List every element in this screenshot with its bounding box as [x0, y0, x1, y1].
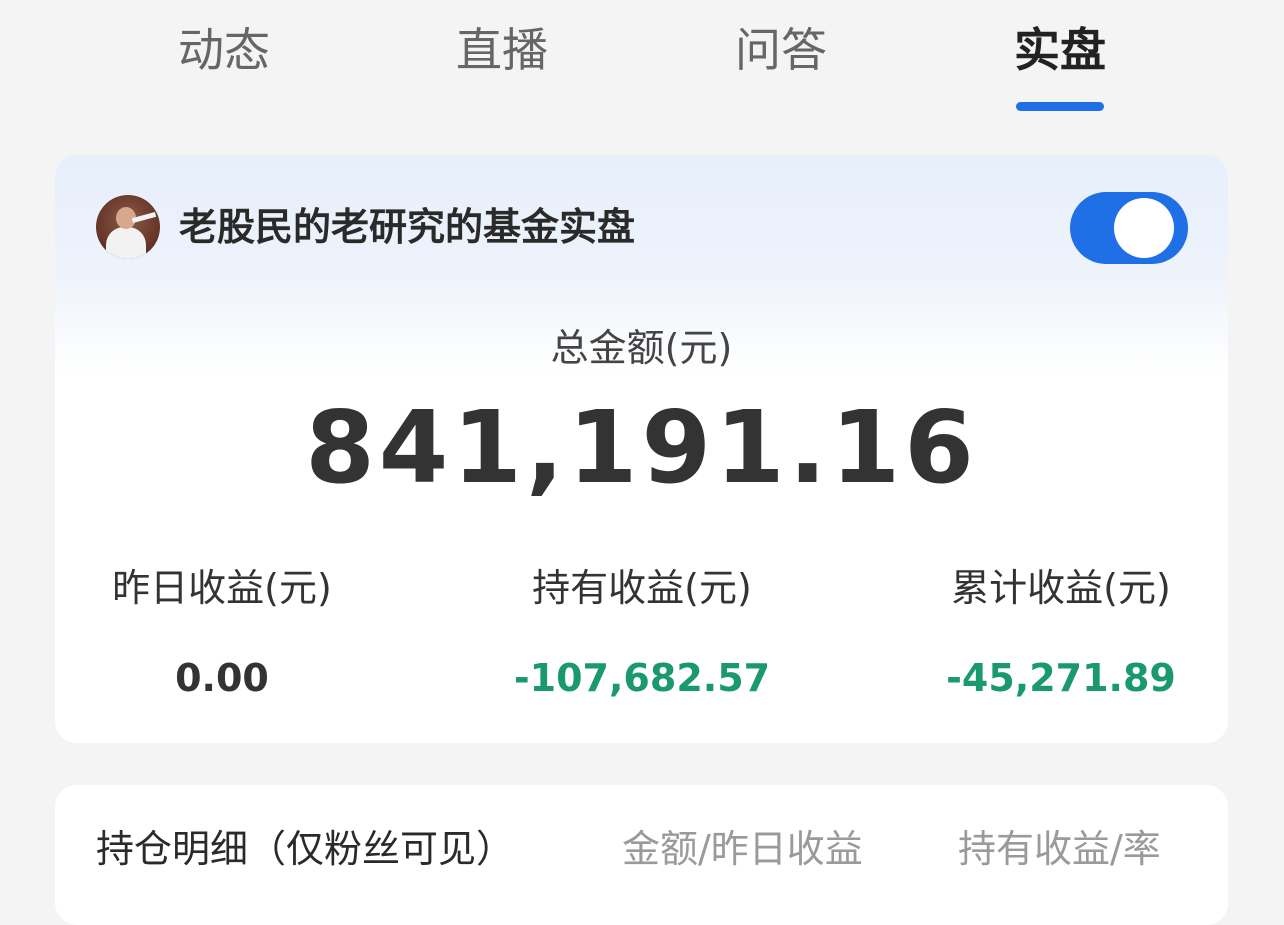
fund-title: 老股民的老研究的基金实盘 [179, 205, 636, 249]
stat-value: -107,682.57 [513, 656, 771, 700]
toggle-knob [1114, 198, 1174, 258]
stat-value: -45,271.89 [946, 656, 1176, 700]
avatar-body-shape [106, 227, 146, 259]
holdings-title: 持仓明细（仅粉丝可见） [96, 827, 515, 871]
holdings-column-amount[interactable]: 金额/昨日收益 [622, 821, 863, 877]
avatar[interactable] [96, 195, 160, 259]
active-tab-indicator [1016, 102, 1104, 111]
tab-dynamics[interactable]: 动态 [124, 18, 324, 82]
stat-label: 持有收益(元) [532, 566, 752, 610]
top-tab-bar: 动态 直播 问答 实盘 [0, 0, 1284, 120]
tab-live[interactable]: 直播 [402, 18, 602, 82]
holdings-card: 持仓明细（仅粉丝可见） 金额/昨日收益 持有收益/率 [55, 785, 1228, 925]
stat-cumulative-profit: 累计收益(元) -45,271.89 [896, 560, 1226, 704]
tab-real-portfolio[interactable]: 实盘 [960, 18, 1160, 82]
visibility-toggle[interactable] [1070, 192, 1188, 264]
portfolio-summary-card: 老股民的老研究的基金实盘 总金额(元) 841,191.16 昨日收益(元) 0… [55, 155, 1228, 743]
total-amount-value: 841,191.16 [305, 389, 978, 506]
holdings-column-profit[interactable]: 持有收益/率 [958, 821, 1161, 877]
stat-label: 累计收益(元) [951, 566, 1171, 610]
stat-value: 0.00 [175, 656, 269, 700]
stat-yesterday-profit: 昨日收益(元) 0.00 [57, 560, 387, 704]
stat-holding-profit: 持有收益(元) -107,682.57 [477, 560, 807, 704]
tab-qa[interactable]: 问答 [681, 18, 881, 82]
total-amount-label: 总金额(元) [550, 326, 733, 370]
stat-label: 昨日收益(元) [112, 566, 332, 610]
